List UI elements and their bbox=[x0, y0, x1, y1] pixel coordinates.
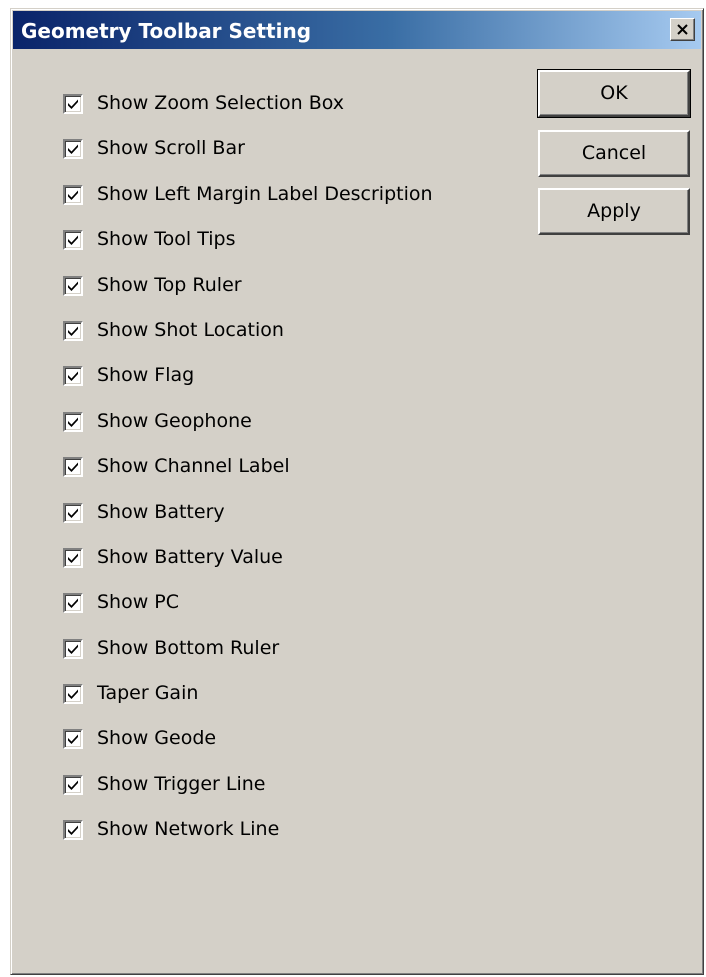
geometry-toolbar-setting-dialog: Geometry Toolbar Setting Show Zoom Selec… bbox=[10, 8, 704, 975]
checkmark-icon bbox=[68, 326, 78, 336]
checkmark-icon bbox=[68, 462, 78, 473]
checkbox[interactable] bbox=[63, 547, 83, 568]
checkbox[interactable] bbox=[63, 366, 83, 387]
option-show-top-ruler[interactable]: Show Top Ruler bbox=[63, 273, 433, 318]
option-label: Show Tool Tips bbox=[97, 228, 236, 251]
option-show-zoom-selection-box[interactable]: Show Zoom Selection Box bbox=[63, 91, 433, 136]
option-label: Show Top Ruler bbox=[97, 273, 242, 296]
option-label: Show PC bbox=[97, 591, 180, 614]
option-label: Show Network Line bbox=[97, 818, 280, 841]
checkbox[interactable] bbox=[63, 139, 83, 160]
checkmark-icon bbox=[68, 371, 78, 382]
checkbox[interactable] bbox=[63, 457, 83, 478]
option-label: Show Flag bbox=[97, 364, 195, 387]
apply-button[interactable]: Apply bbox=[538, 188, 690, 235]
option-label: Show Scroll Bar bbox=[97, 137, 245, 160]
checkbox[interactable] bbox=[63, 230, 83, 251]
option-show-shot-location[interactable]: Show Shot Location bbox=[63, 318, 433, 363]
option-show-pc[interactable]: Show PC bbox=[63, 590, 433, 635]
option-show-network-line[interactable]: Show Network Line bbox=[63, 817, 433, 862]
checkbox[interactable] bbox=[63, 411, 83, 432]
option-show-battery-value[interactable]: Show Battery Value bbox=[63, 545, 433, 590]
option-show-geode[interactable]: Show Geode bbox=[63, 726, 433, 771]
ok-button[interactable]: OK bbox=[537, 69, 691, 118]
checkbox[interactable] bbox=[63, 684, 83, 705]
checkbox[interactable] bbox=[63, 320, 83, 341]
close-icon bbox=[677, 24, 688, 35]
option-taper-gain[interactable]: Taper Gain bbox=[63, 681, 433, 726]
option-label: Show Channel Label bbox=[97, 455, 290, 478]
checkmark-icon bbox=[68, 553, 78, 563]
options-list: Show Zoom Selection Box Show Scroll Bar … bbox=[63, 91, 433, 863]
checkmark-icon bbox=[68, 99, 78, 109]
option-show-bottom-ruler[interactable]: Show Bottom Ruler bbox=[63, 636, 433, 681]
cancel-button[interactable]: Cancel bbox=[538, 130, 690, 177]
checkmark-icon bbox=[68, 417, 78, 427]
option-show-tool-tips[interactable]: Show Tool Tips bbox=[63, 227, 433, 272]
checkbox[interactable] bbox=[63, 502, 83, 523]
option-show-geophone[interactable]: Show Geophone bbox=[63, 409, 433, 454]
checkmark-icon bbox=[68, 281, 78, 291]
option-label: Show Battery Value bbox=[97, 545, 283, 568]
checkbox[interactable] bbox=[63, 593, 83, 614]
checkmark-icon bbox=[68, 144, 78, 155]
option-show-channel-label[interactable]: Show Channel Label bbox=[63, 454, 433, 499]
option-label: Show Battery bbox=[97, 500, 225, 523]
checkbox[interactable] bbox=[63, 184, 83, 205]
option-label: Show Geophone bbox=[97, 409, 252, 432]
option-label: Show Shot Location bbox=[97, 318, 284, 341]
checkbox[interactable] bbox=[63, 774, 83, 795]
option-label: Show Trigger Line bbox=[97, 772, 266, 795]
checkmark-icon bbox=[68, 190, 78, 200]
option-label: Show Left Margin Label Description bbox=[97, 182, 433, 205]
checkmark-icon bbox=[68, 734, 78, 745]
close-button[interactable] bbox=[670, 18, 695, 41]
checkbox[interactable] bbox=[63, 94, 83, 114]
checkbox[interactable] bbox=[63, 729, 83, 750]
dialog-title: Geometry Toolbar Setting bbox=[21, 19, 312, 43]
title-bar[interactable]: Geometry Toolbar Setting bbox=[13, 11, 701, 49]
checkbox[interactable] bbox=[63, 820, 83, 841]
checkmark-icon bbox=[68, 825, 78, 836]
option-show-flag[interactable]: Show Flag bbox=[63, 363, 433, 408]
checkmark-icon bbox=[68, 235, 78, 246]
option-label: Taper Gain bbox=[97, 682, 199, 705]
option-show-left-margin-label-description[interactable]: Show Left Margin Label Description bbox=[63, 182, 433, 227]
checkmark-icon bbox=[68, 508, 78, 518]
checkbox[interactable] bbox=[63, 638, 83, 659]
option-label: Show Geode bbox=[97, 727, 217, 750]
option-label: Show Bottom Ruler bbox=[97, 636, 280, 659]
option-show-scroll-bar[interactable]: Show Scroll Bar bbox=[63, 136, 433, 181]
option-show-battery[interactable]: Show Battery bbox=[63, 500, 433, 545]
option-label: Show Zoom Selection Box bbox=[97, 92, 345, 114]
checkmark-icon bbox=[68, 689, 78, 700]
checkmark-icon bbox=[68, 780, 78, 790]
checkbox[interactable] bbox=[63, 275, 83, 296]
option-show-trigger-line[interactable]: Show Trigger Line bbox=[63, 772, 433, 817]
checkmark-icon bbox=[68, 644, 78, 654]
checkmark-icon bbox=[68, 598, 78, 609]
